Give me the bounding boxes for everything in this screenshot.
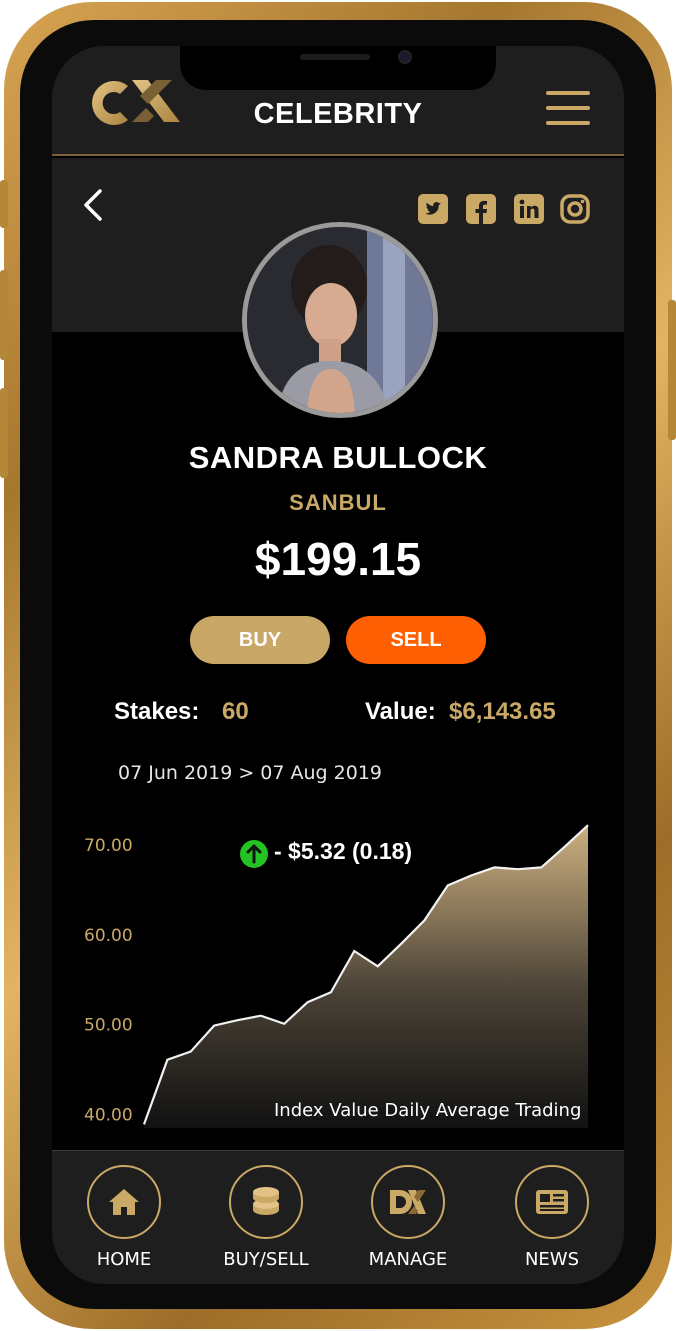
linkedin-icon[interactable] bbox=[514, 194, 544, 224]
y-tick-label: 50.00 bbox=[84, 1016, 133, 1036]
chart-area bbox=[144, 825, 588, 1128]
y-tick-label: 40.00 bbox=[84, 1106, 133, 1126]
nav-home-button[interactable] bbox=[87, 1165, 161, 1239]
nav-manage[interactable]: MANAGE bbox=[348, 1165, 468, 1270]
chevron-left-icon[interactable] bbox=[80, 188, 106, 222]
nav-buy-sell[interactable]: BUY/SELL bbox=[206, 1165, 326, 1270]
date-range[interactable]: 07 Jun 2019 > 07 Aug 2019 bbox=[118, 762, 382, 784]
nav-manage-button[interactable] bbox=[371, 1165, 445, 1239]
nav-home[interactable]: HOME bbox=[64, 1165, 184, 1270]
coins-icon bbox=[253, 1187, 279, 1215]
phone-volume-up-button bbox=[0, 270, 8, 360]
chart-caption: Index Value Daily Average Trading bbox=[274, 1100, 582, 1121]
nav-manage-label: MANAGE bbox=[368, 1249, 448, 1270]
dx-logo-icon bbox=[390, 1190, 426, 1214]
share-price: $199.15 bbox=[254, 533, 422, 585]
front-camera bbox=[398, 50, 412, 64]
celebrity-ticker: SANBUL bbox=[289, 490, 387, 515]
phone-volume-down-button bbox=[0, 388, 8, 478]
nav-news-label: NEWS bbox=[524, 1249, 580, 1270]
instagram-icon[interactable] bbox=[560, 194, 590, 224]
hamburger-menu-icon[interactable] bbox=[546, 90, 590, 126]
phone-notch bbox=[180, 46, 496, 90]
value-amount: $6,143.65 bbox=[449, 698, 556, 725]
y-tick-label: 60.00 bbox=[84, 926, 133, 946]
value-label: Value: bbox=[365, 698, 436, 725]
arrow-up-icon bbox=[240, 840, 268, 868]
nav-news[interactable]: NEWS bbox=[492, 1165, 612, 1270]
y-tick-label: 70.00 bbox=[84, 836, 133, 856]
price-change-text: - $5.32 (0.18) bbox=[274, 838, 413, 864]
page-title: CELEBRITY bbox=[253, 98, 423, 130]
nav-home-label: HOME bbox=[96, 1249, 152, 1270]
stakes-value: 60 bbox=[222, 698, 249, 725]
speaker-grille bbox=[300, 54, 370, 60]
celebrity-portrait bbox=[247, 227, 433, 413]
celebrity-name: SANDRA BULLOCK bbox=[188, 440, 488, 475]
app-screen: CELEBRITY SANDRA BULLOCK SANBUL $199.15 … bbox=[52, 46, 624, 1284]
facebook-icon[interactable] bbox=[466, 194, 496, 224]
bottom-navigation: HOME BUY/SELL MANAGE NEWS bbox=[52, 1150, 624, 1284]
sell-button[interactable]: SELL bbox=[346, 616, 486, 664]
phone-side-button bbox=[0, 180, 8, 228]
nav-buy-sell-button[interactable] bbox=[229, 1165, 303, 1239]
avatar bbox=[242, 222, 438, 418]
newspaper-icon bbox=[536, 1190, 568, 1214]
buy-button[interactable]: BUY bbox=[190, 616, 330, 664]
nav-buy-sell-label: BUY/SELL bbox=[223, 1249, 309, 1270]
phone-power-button bbox=[668, 300, 676, 440]
nav-news-button[interactable] bbox=[515, 1165, 589, 1239]
home-icon bbox=[109, 1189, 139, 1215]
stakes-label: Stakes: bbox=[114, 698, 200, 725]
twitter-icon[interactable] bbox=[418, 194, 448, 224]
